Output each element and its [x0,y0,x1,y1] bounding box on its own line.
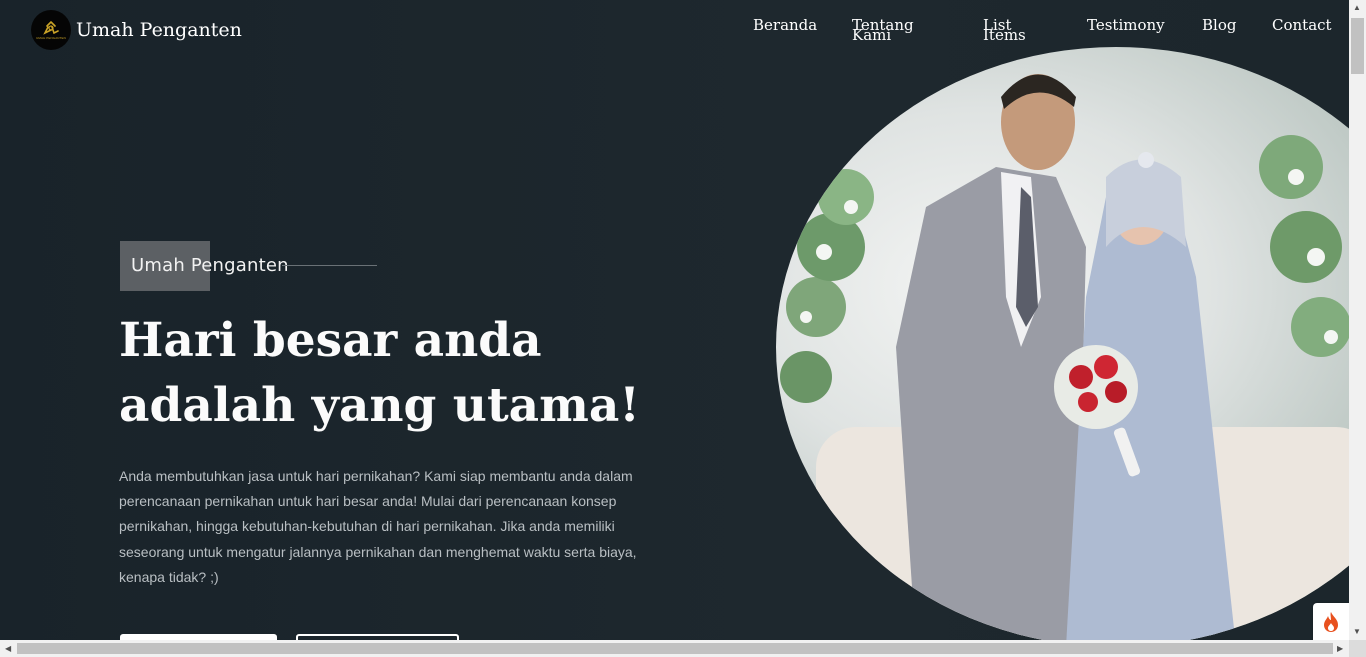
page: UMAH PENGANTEN Umah Penganten Beranda Te… [0,0,1349,640]
floating-fire-button[interactable] [1313,603,1349,640]
tag-divider [282,265,377,266]
nav-link-list-items[interactable]: List Items [983,18,1031,43]
scroll-left-icon[interactable]: ◀ [5,645,11,653]
scroll-right-icon[interactable]: ▶ [1337,645,1343,653]
hero-headline: Hari besar anda adalah yang utama! [119,313,640,433]
scroll-down-icon[interactable]: ▼ [1353,628,1361,636]
nav-link-contact[interactable]: Contact [1272,18,1332,33]
vertical-scrollbar[interactable] [1349,0,1366,640]
main-nav: Beranda Tentang Kami List Items Testimon… [0,15,1349,49]
nav-link-testimony[interactable]: Testimony [1087,18,1165,33]
wedding-couple-photo [776,47,1349,640]
nav-link-beranda[interactable]: Beranda [753,18,817,33]
fire-icon [1324,611,1338,632]
scroll-up-icon[interactable]: ▲ [1353,4,1361,12]
groom [896,74,1086,640]
hero-description: Anda membutuhkan jasa untuk hari pernika… [119,468,637,585]
hero-tag: Umah Penganten [131,255,289,276]
vertical-scrollbar-thumb[interactable] [1351,18,1364,74]
scrollbar-corner [1349,640,1366,657]
nav-link-blog[interactable]: Blog [1202,18,1236,33]
horizontal-scrollbar-thumb[interactable] [17,643,1333,654]
nav-link-tentang-kami[interactable]: Tentang Kami [852,18,916,43]
